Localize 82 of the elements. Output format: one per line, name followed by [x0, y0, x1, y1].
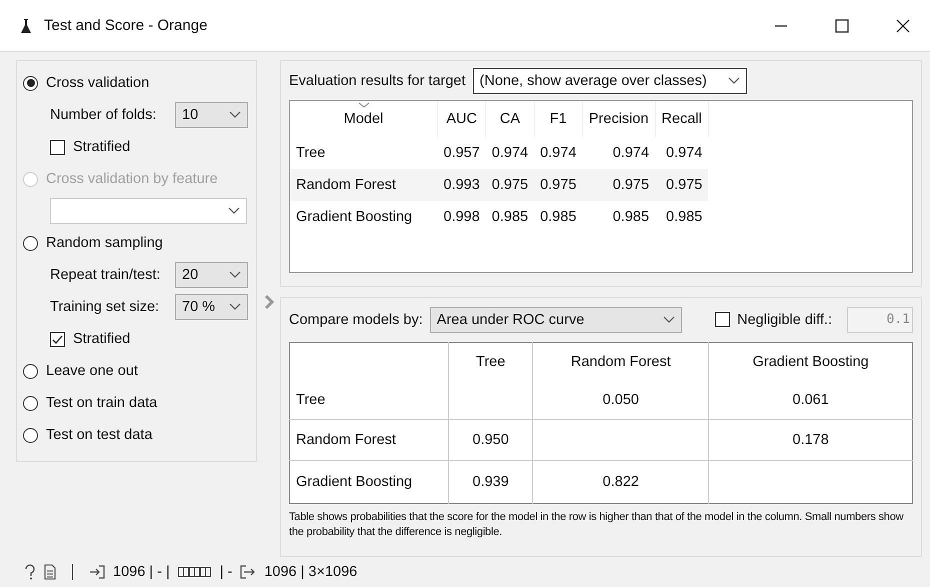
output-summary: 1096 | 3×1096	[264, 564, 358, 580]
radio-button[interactable]	[23, 428, 38, 442]
metric-dropdown[interactable]: Area under ROC curve	[430, 306, 682, 333]
input-summary-tail: | -	[220, 564, 232, 580]
table-cell: 0.975	[655, 169, 708, 201]
compare-label: Compare models by:	[289, 312, 423, 328]
table-cell: 0.975	[486, 169, 534, 201]
radio-button[interactable]	[23, 76, 38, 90]
radio-button[interactable]	[23, 364, 38, 378]
checkbox-label: Stratified	[73, 139, 130, 155]
column-header: Random Forest	[532, 342, 709, 381]
column-header[interactable]: Precision	[582, 101, 656, 137]
caret-icon	[662, 316, 675, 324]
caret-icon	[228, 207, 240, 215]
target-dropdown[interactable]: (None, show average over classes)	[472, 68, 747, 94]
table-cell: 0.950	[472, 432, 509, 448]
table-cell: 0.974	[655, 137, 708, 169]
radio-label: Cross validation	[46, 75, 150, 91]
table-cell: 0.939	[472, 474, 509, 490]
column-header[interactable]: AUC	[438, 101, 486, 137]
row-header: Gradient Boosting	[296, 474, 412, 490]
table-cell: 0.998	[438, 201, 486, 233]
setting-label: Training set size:	[50, 299, 160, 315]
row-header: Tree	[296, 392, 326, 408]
table-cell: 0.957	[438, 137, 486, 169]
table-cell: Tree	[290, 137, 438, 169]
input-icon	[89, 564, 105, 580]
column-header[interactable]: Model	[290, 101, 438, 137]
table-cell: Gradient Boosting	[290, 201, 438, 233]
table-cell: 0.061	[792, 392, 829, 408]
table-cell: 0.985	[534, 201, 582, 233]
table-cell: 0.178	[792, 432, 829, 448]
table-cell: 0.974	[534, 137, 582, 169]
column-header: Tree	[448, 342, 533, 381]
checkbox[interactable]	[715, 312, 730, 328]
flask-icon	[20, 18, 32, 34]
column-header[interactable]: Recall	[655, 101, 708, 137]
close-icon[interactable]	[896, 18, 910, 32]
setting-label: Number of folds:	[50, 107, 158, 123]
dropdown[interactable]: 70 %	[175, 294, 248, 320]
radio-label: Random sampling	[46, 235, 163, 251]
help-icon[interactable]	[24, 564, 36, 580]
input-summary: 1096 | - |	[113, 564, 170, 580]
checkbox[interactable]	[50, 332, 65, 346]
table-cell: 0.975	[534, 169, 582, 201]
table-cell: Random Forest	[290, 169, 438, 201]
table-icon	[178, 566, 212, 578]
target-label: Evaluation results for target	[289, 73, 466, 89]
negligible-label: Negligible diff.:	[737, 312, 832, 328]
table-cell: 0.974	[582, 137, 656, 169]
document-icon[interactable]	[44, 564, 56, 580]
radio-button[interactable]	[23, 236, 38, 250]
checkbox-label: Stratified	[73, 331, 130, 347]
table-cell: 0.975	[582, 169, 656, 201]
dropdown[interactable]: 20	[175, 262, 248, 288]
column-header[interactable]: CA	[486, 101, 534, 137]
dropdown[interactable]: 10	[175, 102, 248, 128]
table-cell: 0.822	[602, 474, 639, 490]
table-note: Table shows probabilities that the score for the model in the row is higher than that of the model in the column. Small numbers show the probability that the difference is negligible.	[289, 510, 904, 540]
radio-label: Leave one out	[46, 363, 138, 379]
checkbox[interactable]	[50, 140, 65, 154]
table-cell: 0.993	[438, 169, 486, 201]
caret-icon	[229, 271, 241, 279]
maximize-icon[interactable]	[835, 18, 849, 32]
table-cell: 0.974	[486, 137, 534, 169]
radio-button[interactable]	[23, 396, 38, 410]
window-title: Test and Score - Orange	[44, 17, 208, 34]
table-cell: 0.985	[486, 201, 534, 233]
radio-label: Cross validation by feature	[46, 171, 218, 187]
setting-label: Repeat train/test:	[50, 267, 162, 283]
column-header: Gradient Boosting	[708, 342, 912, 381]
radio-label: Test on test data	[46, 427, 152, 443]
output-icon	[240, 564, 256, 580]
table-cell: 0.985	[655, 201, 708, 233]
radio-label: Test on train data	[46, 395, 158, 411]
caret-icon	[229, 303, 241, 311]
caret-icon	[728, 77, 740, 85]
row-header: Random Forest	[296, 432, 396, 448]
column-header[interactable]: F1	[534, 101, 582, 137]
table-cell: 0.050	[602, 392, 639, 408]
caret-icon	[229, 111, 241, 119]
table-cell: 0.985	[582, 201, 656, 233]
